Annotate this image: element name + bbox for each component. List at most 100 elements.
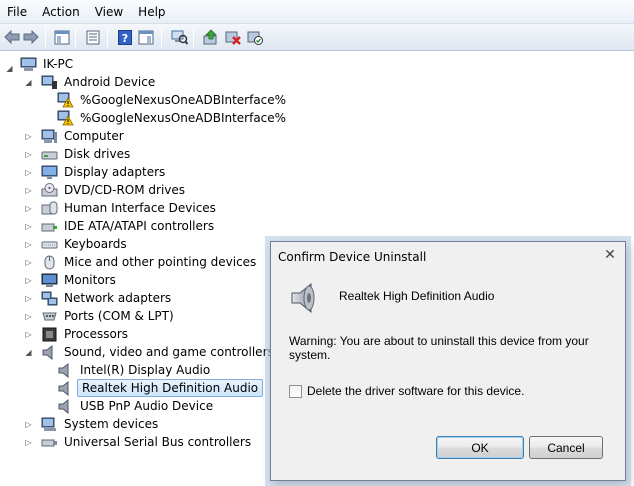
ide-controller-icon [41,218,58,234]
show-action-pane-icon[interactable] [137,28,155,46]
expand-icon[interactable]: ▷ [24,330,33,339]
expand-icon[interactable]: ▷ [24,258,33,267]
help-icon[interactable]: ? [116,28,134,46]
monitor-icon [41,272,58,288]
toolbar-separator [107,28,108,47]
computer-icon [41,128,58,144]
tree-category-disk-drives[interactable]: ▷ Disk drives [24,145,133,163]
speaker-icon [57,398,74,414]
expand-icon[interactable]: ▷ [24,240,33,249]
properties-icon[interactable] [84,28,102,46]
tree-category-computer[interactable]: ▷ Computer [24,127,127,145]
forward-arrow-icon[interactable] [22,28,40,46]
show-hide-console-tree-icon[interactable] [53,28,71,46]
tree-category-sound[interactable]: ◢ Sound, video and game controllers [24,343,277,361]
tree-item-label: Display adapters [64,165,166,179]
menu-help[interactable]: Help [131,0,173,24]
tree-category-display-adapters[interactable]: ▷ Display adapters [24,163,168,181]
tree-category-mice[interactable]: ▷ Mice and other pointing devices [24,253,259,271]
tree-category-ide-controllers[interactable]: ▷ IDE ATA/ATAPI controllers [24,217,217,235]
tree-root-label: IK-PC [43,57,74,71]
toolbar-separator [75,28,76,47]
tree-item-label: Keyboards [64,237,127,251]
expand-icon[interactable]: ▷ [24,312,33,321]
tree-item-label: %GoogleNexusOneADBInterface% [80,111,287,125]
expand-icon[interactable]: ▷ [24,420,33,429]
tree-category-usb-controllers[interactable]: ▷ Universal Serial Bus controllers [24,433,254,451]
expand-icon[interactable]: ▷ [24,438,33,447]
dialog-warning-text: Warning: You are about to uninstall this… [289,334,589,362]
tree-item-label: DVD/CD-ROM drives [64,183,186,197]
android-device-icon [41,74,58,90]
speaker-icon [57,380,74,396]
tree-category-system-devices[interactable]: ▷ System devices [24,415,161,433]
tree-item-label: Human Interface Devices [64,201,216,215]
tree-category-android-device[interactable]: ◢ Android Device [24,73,158,91]
scan-hardware-icon[interactable] [170,28,188,46]
cancel-button[interactable]: Cancel [529,436,603,459]
expand-icon[interactable]: ▷ [24,276,33,285]
tree-item-label: Ports (COM & LPT) [64,309,174,323]
enable-device-icon[interactable] [246,28,264,46]
expand-icon[interactable]: ▷ [24,168,33,177]
toolbar-separator [45,28,46,47]
hid-icon [41,200,58,216]
menu-view[interactable]: View [88,0,131,24]
toolbar: ? [0,24,634,51]
tree-item-label: Android Device [64,75,156,89]
expand-icon[interactable]: ▷ [24,150,33,159]
tree-category-hid[interactable]: ▷ Human Interface Devices [24,199,219,217]
tree-category-network-adapters[interactable]: ▷ Network adapters [24,289,174,307]
tree-category-monitors[interactable]: ▷ Monitors [24,271,119,289]
tree-item-usb-pnp-audio[interactable]: USB PnP Audio Device [57,397,216,415]
tree-item-nexus-adb-2[interactable]: %GoogleNexusOneADBInterface% [57,109,289,127]
system-device-icon [41,416,58,432]
tree-item-label-selected: Realtek High Definition Audio [77,379,264,397]
tree-item-intel-display-audio[interactable]: Intel(R) Display Audio [57,361,213,379]
tree-item-label: USB PnP Audio Device [80,399,214,413]
back-arrow-icon[interactable] [3,28,21,46]
tree-item-label: Processors [64,327,129,341]
update-driver-icon[interactable] [202,28,220,46]
tree-item-label: Intel(R) Display Audio [80,363,211,377]
tree-item-label: Disk drives [64,147,131,161]
processor-icon [41,326,58,342]
warning-device-icon [57,92,74,108]
delete-driver-checkbox-label[interactable]: Delete the driver software for this devi… [307,384,524,398]
dvd-drive-icon [41,182,58,198]
dialog-device-name: Realtek High Definition Audio [339,289,495,303]
tree-category-keyboards[interactable]: ▷ Keyboards [24,235,130,253]
dialog-body: Realtek High Definition Audio Warning: Y… [276,270,620,475]
toolbar-separator [193,28,194,47]
close-icon[interactable]: ✕ [603,248,617,262]
collapse-icon[interactable]: ◢ [24,348,33,357]
expand-icon[interactable]: ▷ [24,204,33,213]
tree-item-realtek-audio[interactable]: Realtek High Definition Audio [57,379,264,397]
speaker-icon [57,362,74,378]
menu-file[interactable]: File [0,0,35,24]
tree-item-label: IDE ATA/ATAPI controllers [64,219,215,233]
toolbar-separator [161,28,162,47]
tree-root[interactable]: ◢ IK-PC [5,55,76,73]
ok-button[interactable]: OK [436,436,524,459]
menu-action[interactable]: Action [35,0,88,24]
delete-driver-checkbox-row[interactable]: Delete the driver software for this devi… [289,384,524,398]
confirm-uninstall-dialog: Confirm Device Uninstall ✕ Realtek High … [270,241,626,481]
tree-item-nexus-adb-1[interactable]: %GoogleNexusOneADBInterface% [57,91,289,109]
collapse-icon[interactable]: ◢ [5,64,14,73]
usb-controller-icon [41,434,58,450]
expand-icon[interactable]: ▷ [24,132,33,141]
mouse-icon [41,254,58,270]
collapse-icon[interactable]: ◢ [24,78,33,87]
expand-icon[interactable]: ▷ [24,294,33,303]
tree-item-label: Universal Serial Bus controllers [64,435,252,449]
tree-category-processors[interactable]: ▷ Processors [24,325,131,343]
tree-category-ports[interactable]: ▷ Ports (COM & LPT) [24,307,177,325]
uninstall-icon[interactable] [224,28,242,46]
delete-driver-checkbox[interactable] [289,384,302,398]
warning-device-icon [57,110,74,126]
tree-category-dvd-drives[interactable]: ▷ DVD/CD-ROM drives [24,181,188,199]
expand-icon[interactable]: ▷ [24,186,33,195]
tree-item-label: System devices [64,417,159,431]
expand-icon[interactable]: ▷ [24,222,33,231]
